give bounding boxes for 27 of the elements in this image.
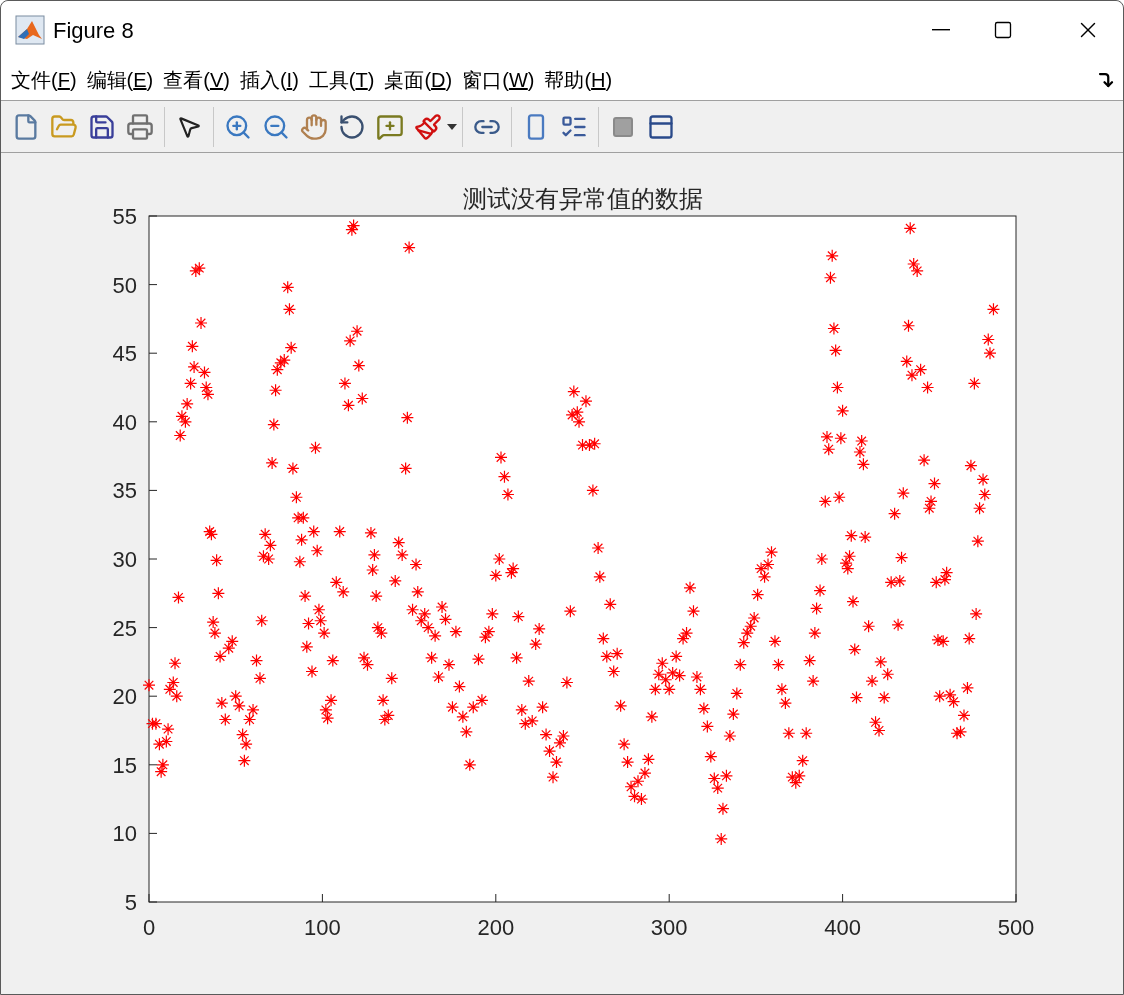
y-tick-label: 5 xyxy=(124,890,137,915)
y-tick-label: 50 xyxy=(112,272,137,298)
menu-item[interactable]: 查看(V) xyxy=(158,69,235,90)
menu-item[interactable]: 文件(F) xyxy=(6,69,82,90)
y-tick-label: 20 xyxy=(112,684,137,710)
x-tick-label: 0 xyxy=(142,915,156,940)
y-tick-label: 25 xyxy=(112,615,137,641)
menu-item[interactable]: 工具(T) xyxy=(303,69,380,90)
x-tick-label: 100 xyxy=(304,915,341,940)
y-tick-label: 45 xyxy=(112,341,137,367)
x-tick-label: 500 xyxy=(997,915,1035,940)
y-tick-label: 40 xyxy=(112,409,137,435)
x-tick-label: 400 xyxy=(824,915,861,940)
y-tick-label: 55 xyxy=(112,204,137,229)
y-tick-label: 15 xyxy=(112,752,137,778)
y-tick-label: 35 xyxy=(112,478,137,504)
chart-title: 测试没有异常值的数据 xyxy=(462,185,703,213)
x-tick-label: 200 xyxy=(477,915,515,940)
y-tick-label: 10 xyxy=(112,821,137,847)
menu-item[interactable]: 插入(I) xyxy=(234,69,304,90)
window-title: Figure 8 xyxy=(53,16,134,45)
x-tick-label: 300 xyxy=(650,915,688,940)
menu-item[interactable]: 桌面(D) xyxy=(379,69,458,90)
menu-item[interactable]: 编辑(E) xyxy=(81,69,159,90)
menu-item[interactable]: 窗口(W) xyxy=(457,69,540,90)
menu-item[interactable]: 帮助(H) xyxy=(539,69,618,90)
y-tick-label: 30 xyxy=(112,547,137,572)
